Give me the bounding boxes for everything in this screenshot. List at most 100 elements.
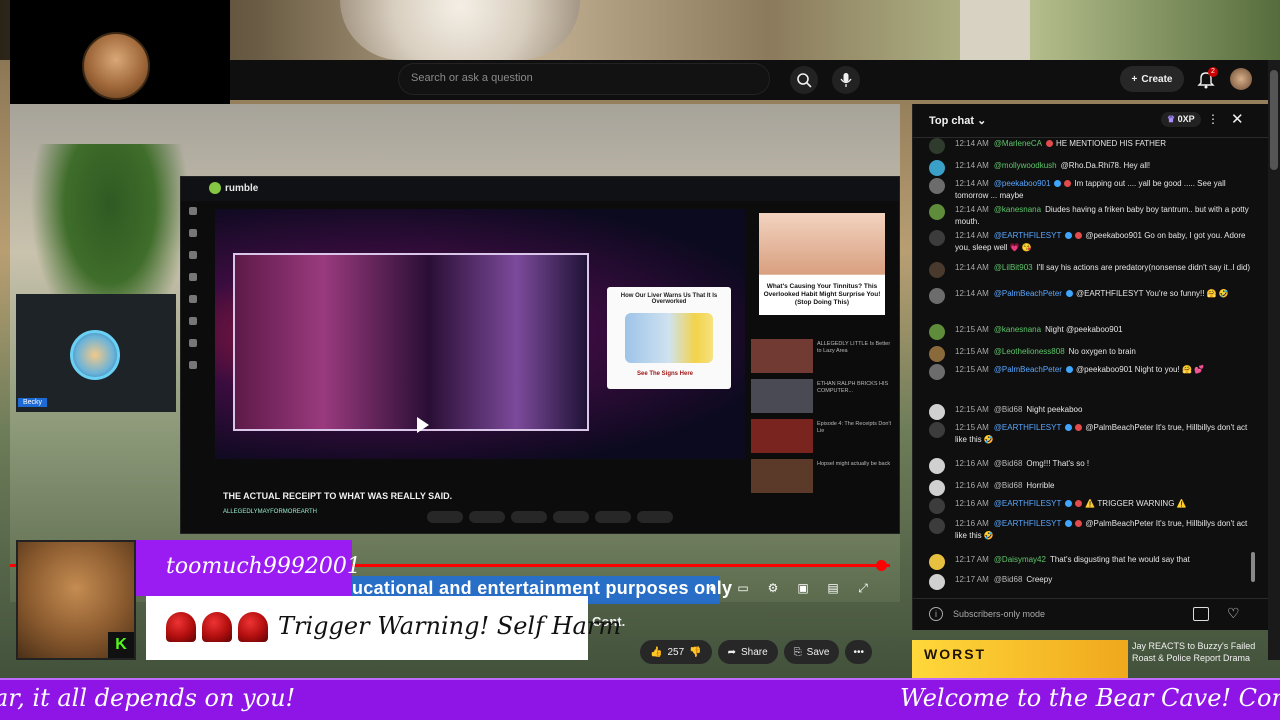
stream-canvas: Search or ask a question + Create 2 rumb… xyxy=(0,0,1280,720)
chat-timestamp: 12:16 AM xyxy=(955,459,989,468)
member-badge-icon xyxy=(1075,232,1083,239)
rumble-like-pill xyxy=(427,511,463,523)
chat-author-name[interactable]: @peekaboo901 xyxy=(994,179,1051,188)
chat-author-name[interactable]: @Daisymay42 xyxy=(994,555,1046,564)
verified-badge-icon xyxy=(1054,180,1062,187)
youtube-header: Search or ask a question + Create 2 xyxy=(230,60,1280,100)
chat-author-name[interactable]: @PalmBeachPeter xyxy=(994,365,1062,374)
chat-message-body: 12:16 AM @Bid68 Horrible xyxy=(955,480,1251,492)
page-scrollbar-thumb[interactable] xyxy=(1270,70,1278,170)
chat-author-name[interactable]: @Bid68 xyxy=(994,575,1023,584)
like-button[interactable]: 👍 257 👎 xyxy=(640,640,712,664)
chat-author-avatar[interactable] xyxy=(929,204,945,220)
chat-author-avatar[interactable] xyxy=(929,422,945,438)
chat-author-name[interactable]: @LilBit903 xyxy=(994,263,1033,272)
chat-author-avatar[interactable] xyxy=(929,288,945,304)
chat-author-name[interactable]: @PalmBeachPeter xyxy=(994,289,1062,298)
rec-item: Episode 4: The Receipts Don't Lie xyxy=(751,419,896,455)
chat-message: 12:14 AM @peekaboo901 Im tapping out .... … xyxy=(929,178,1251,202)
chat-author-avatar[interactable] xyxy=(929,324,945,340)
chat-author-avatar[interactable] xyxy=(929,480,945,496)
chat-author-name[interactable]: @EARTHFILESYT xyxy=(994,499,1062,508)
chat-author-avatar[interactable] xyxy=(929,458,945,474)
save-button[interactable]: ⎘ Save xyxy=(783,640,840,664)
play-icon xyxy=(417,417,429,433)
search-button[interactable] xyxy=(790,66,818,94)
create-button[interactable]: + Create xyxy=(1120,66,1184,92)
chat-message-body: 12:15 AM @EARTHFILESYT @PalmBeachPeter It'… xyxy=(955,422,1251,446)
sidebar-library-icon xyxy=(189,317,197,325)
chat-author-name[interactable]: @Leothelioness808 xyxy=(994,347,1065,356)
chat-author-avatar[interactable] xyxy=(929,178,945,194)
chat-title: Top chat xyxy=(929,115,975,127)
heart-icon[interactable]: ♡ xyxy=(1227,605,1240,622)
alert-hats xyxy=(166,612,268,642)
recommended-title[interactable]: Jay REACTS to Buzzy's Failed Roast & Pol… xyxy=(1132,640,1272,664)
chat-author-avatar[interactable] xyxy=(929,404,945,420)
chat-filter-dropdown[interactable]: Top chat ⌄ xyxy=(929,114,986,127)
rumble-save-pill xyxy=(595,511,631,523)
video-action-bar: 👍 257 👎 ➦ Share ⎘ Save ••• xyxy=(640,640,910,664)
thumbs-down-icon[interactable]: 👎 xyxy=(689,647,701,658)
chat-author-avatar[interactable] xyxy=(929,138,945,154)
member-badge-icon xyxy=(1075,500,1083,507)
thumbs-up-icon: 👍 xyxy=(650,646,663,658)
autoplay-toggle-icon[interactable]: ◐ xyxy=(704,581,722,595)
progress-scrubber[interactable] xyxy=(876,560,887,571)
share-button[interactable]: ➦ Share xyxy=(717,640,778,664)
chat-author-avatar[interactable] xyxy=(929,230,945,246)
chat-message-body: 12:15 AM @PalmBeachPeter @peekaboo901 Nigh… xyxy=(955,364,1251,376)
search-input[interactable]: Search or ask a question xyxy=(398,63,770,95)
chat-author-name[interactable]: @EARTHFILESYT xyxy=(994,423,1062,432)
chat-message-body: 12:17 AM @Bid68 Creepy xyxy=(955,574,1251,586)
more-dots-icon: ••• xyxy=(853,646,864,658)
chat-author-avatar[interactable] xyxy=(929,574,945,590)
xp-badge[interactable]: ♛ 0XP xyxy=(1161,112,1201,127)
player-controls: ◐ ▭ ⚙ ▣ ▤ ⤢ xyxy=(704,578,884,598)
chat-message-text: Night @peekaboo901 xyxy=(1045,325,1123,334)
voice-search-button[interactable] xyxy=(832,66,860,94)
verified-badge-icon xyxy=(1065,520,1073,527)
fullscreen-icon[interactable]: ⤢ xyxy=(854,581,872,595)
account-avatar[interactable] xyxy=(1230,68,1252,90)
chat-author-name[interactable]: @Bid68 xyxy=(994,459,1023,468)
chat-author-name[interactable]: @kanesnana xyxy=(994,205,1041,214)
ad-image xyxy=(625,313,713,363)
chat-message-body: 12:15 AM @Bid68 Night peekaboo xyxy=(955,404,1251,416)
chat-author-name[interactable]: @Bid68 xyxy=(994,405,1023,414)
chat-author-name[interactable]: @mollywoodkush xyxy=(994,161,1057,170)
chat-author-name[interactable]: @Bid68 xyxy=(994,481,1023,490)
chat-author-name[interactable]: @MarleneCA xyxy=(994,139,1042,148)
miniplayer-icon[interactable]: ▣ xyxy=(794,581,812,595)
chat-author-avatar[interactable] xyxy=(929,518,945,534)
save-label: Save xyxy=(806,646,830,658)
rec-title: Episode 4: The Receipts Don't Lie xyxy=(817,421,892,434)
chat-timestamp: 12:16 AM xyxy=(955,481,989,490)
liver-ad-card: How Our Liver Warns Us That It Is Overwo… xyxy=(607,287,731,389)
info-icon[interactable]: i xyxy=(929,607,943,621)
cast-icon[interactable]: ▤ xyxy=(824,581,842,595)
settings-gear-icon[interactable]: ⚙ xyxy=(764,581,782,595)
sidebar-trending-icon xyxy=(189,295,197,303)
chat-author-name[interactable]: @EARTHFILESYT xyxy=(994,231,1062,240)
chat-author-name[interactable]: @EARTHFILESYT xyxy=(994,519,1062,528)
rumble-share-pill xyxy=(553,511,589,523)
chat-author-name[interactable]: @kanesnana xyxy=(994,325,1041,334)
chat-author-avatar[interactable] xyxy=(929,160,945,176)
chat-menu-icon[interactable]: ⋮ xyxy=(1207,112,1219,126)
more-button[interactable]: ••• xyxy=(845,640,872,664)
captions-icon[interactable]: ▭ xyxy=(734,581,752,595)
sidebar-browse-icon xyxy=(189,229,197,237)
tinnitus-ad-text: What's Causing Your Tinnitus? This Overl… xyxy=(763,283,881,306)
chat-author-avatar[interactable] xyxy=(929,346,945,362)
chat-scrollbar[interactable] xyxy=(1251,552,1255,582)
chat-message: 12:15 AM @EARTHFILESYT @PalmBeachPeter It'… xyxy=(929,422,1251,446)
chat-author-avatar[interactable] xyxy=(929,554,945,570)
ticker-text-left: ar, it all depends on you! xyxy=(0,684,296,712)
chat-message: 12:14 AM @EARTHFILESYT @peekaboo901 Go on … xyxy=(929,230,1251,254)
chat-author-avatar[interactable] xyxy=(929,364,945,380)
chat-author-avatar[interactable] xyxy=(929,262,945,278)
chat-author-avatar[interactable] xyxy=(929,498,945,514)
super-chat-icon[interactable] xyxy=(1193,607,1209,621)
close-chat-icon[interactable]: ✕ xyxy=(1231,110,1244,128)
